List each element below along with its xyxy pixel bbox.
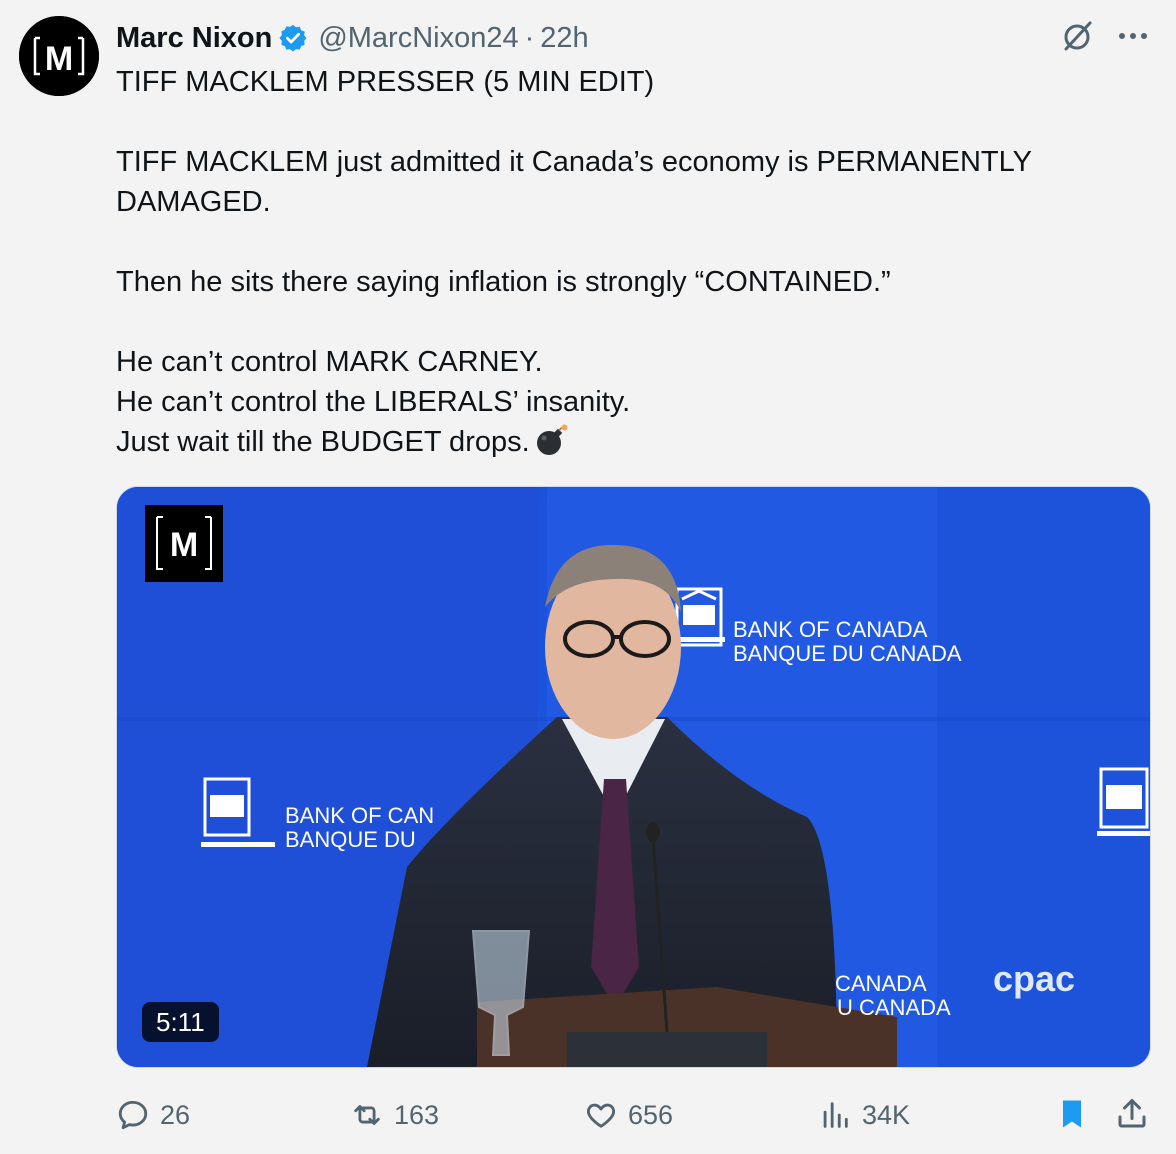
- reply-icon: [118, 1100, 148, 1130]
- watermark-logo: M: [145, 505, 223, 582]
- tweet-timestamp[interactable]: 22h: [540, 22, 588, 55]
- bomb-icon: [536, 424, 568, 455]
- backdrop-text: CANADA: [835, 971, 927, 996]
- views-icon: [823, 1102, 848, 1128]
- repost-icon: [354, 1105, 380, 1125]
- video-frame: BANK OF CANADA BANQUE DU CANADA BANK OF …: [117, 487, 1150, 1067]
- tweet-header: Marc Nixon @MarcNixon24 · 22h: [116, 18, 589, 58]
- backdrop-text: BANK OF CAN: [285, 803, 434, 828]
- reply-count: 26: [160, 1099, 191, 1130]
- separator-dot: ·: [524, 21, 535, 54]
- author-name[interactable]: Marc Nixon: [116, 22, 272, 55]
- like-count: 656: [628, 1099, 674, 1130]
- backdrop-text: BANK OF CANADA: [733, 617, 928, 642]
- tweet-text: TIFF MACKLEM PRESSER (5 MIN EDIT) TIFF M…: [116, 62, 1116, 462]
- backdrop-text: U CANADA: [837, 995, 951, 1020]
- repost-button[interactable]: 163: [350, 1092, 439, 1138]
- tweet-line: Then he sits there saying inflation is s…: [116, 266, 891, 298]
- avatar[interactable]: M: [19, 16, 99, 96]
- share-icon[interactable]: [1114, 1096, 1150, 1132]
- tweet-line: Just wait till the BUDGET drops.: [116, 426, 530, 458]
- action-bar: 26 163 656 34K: [0, 1092, 1176, 1138]
- reply-button[interactable]: 26: [116, 1092, 190, 1138]
- backdrop-text: BANQUE DU: [285, 827, 416, 852]
- tweet-line: He can’t control the LIBERALS’ insanity.: [116, 386, 631, 418]
- cpac-logo: cpac: [993, 958, 1075, 999]
- video-duration: 5:11: [142, 1002, 219, 1042]
- backdrop-text: BANQUE DU CANADA: [733, 641, 962, 666]
- tweet-line: TIFF MACKLEM just admitted it Canada’s e…: [116, 146, 1032, 218]
- author-handle[interactable]: @MarcNixon24: [318, 22, 518, 55]
- views-count: 34K: [862, 1099, 911, 1130]
- grok-icon[interactable]: [1060, 18, 1096, 54]
- heart-icon: [587, 1103, 615, 1128]
- like-button[interactable]: 656: [584, 1092, 673, 1138]
- verified-badge-icon: [279, 24, 307, 52]
- tweet-line: He can’t control MARK CARNEY.: [116, 346, 543, 378]
- watermark-letter: M: [170, 526, 198, 564]
- more-options-icon[interactable]: [1114, 24, 1154, 48]
- tweet-line: TIFF MACKLEM PRESSER (5 MIN EDIT): [116, 66, 655, 98]
- bookmark-icon[interactable]: [1054, 1096, 1090, 1132]
- avatar-letter: M: [45, 40, 73, 78]
- views-button[interactable]: 34K: [818, 1092, 910, 1138]
- tweet-line-last: Just wait till the BUDGET drops.: [116, 422, 1116, 462]
- video-player[interactable]: BANK OF CANADA BANQUE DU CANADA BANK OF …: [116, 486, 1151, 1068]
- repost-count: 163: [394, 1099, 440, 1130]
